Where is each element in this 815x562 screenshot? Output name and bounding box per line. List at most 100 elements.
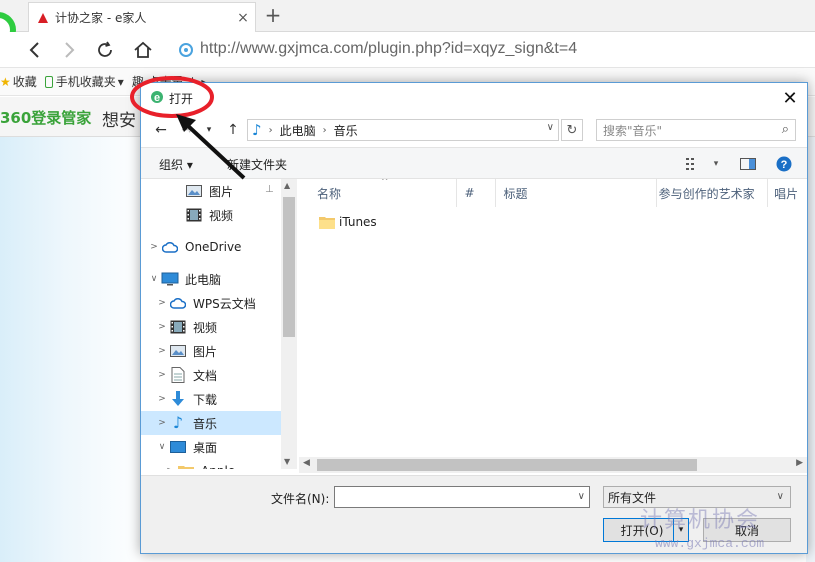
page-heading: 想安: [102, 111, 136, 131]
search-placeholder: 搜索"音乐": [603, 123, 663, 138]
column-label: #: [464, 186, 475, 200]
pictures-icon: [185, 183, 203, 199]
dialog-back-icon[interactable]: ←: [151, 121, 171, 139]
bookmark-mobile[interactable]: 手机收藏夹 ▾: [44, 73, 124, 90]
tab-close-icon[interactable]: ×: [231, 10, 255, 26]
filename-input[interactable]: ∨: [334, 486, 590, 508]
view-dropdown-icon[interactable]: ▾: [707, 156, 725, 172]
phone-icon: [44, 75, 53, 88]
tree-item[interactable]: > 图片: [141, 339, 281, 363]
dialog-refresh-icon[interactable]: ↻: [561, 119, 583, 141]
forward-icon[interactable]: [56, 38, 82, 62]
scroll-up-icon[interactable]: ▲: [284, 181, 290, 190]
dialog-forward-icon[interactable]: →: [177, 121, 197, 139]
folder-icon: [177, 463, 195, 469]
chevron-right-icon[interactable]: >: [155, 298, 169, 308]
view-options-icon[interactable]: [685, 156, 703, 172]
tree-item[interactable]: 视频: [141, 203, 281, 227]
tree-item[interactable]: > 视频: [141, 315, 281, 339]
file-name: iTunes: [339, 215, 377, 229]
tree-item[interactable]: > Apple: [141, 459, 281, 469]
column-label: 标题: [503, 186, 528, 201]
chevron-right-icon[interactable]: >: [155, 346, 169, 356]
refresh-icon[interactable]: [92, 38, 118, 62]
new-tab-button[interactable]: +: [262, 4, 284, 26]
open-file-dialog: e 打开 ✕ ← → ▾ ↑ ♪ › 此电脑 › 音乐 ∨ ↻ 搜索"音乐" ⌕…: [140, 82, 808, 554]
tree-item[interactable]: 图片: [141, 179, 281, 203]
new-folder-button[interactable]: 新建文件夹: [227, 156, 287, 173]
recent-locations-icon[interactable]: ▾: [199, 121, 219, 139]
svg-text:?: ?: [781, 159, 788, 171]
bookmark-favorites[interactable]: ★ 收藏: [0, 73, 37, 90]
ie-icon: e: [151, 91, 163, 104]
tree-item[interactable]: > WPS云文档: [141, 291, 281, 315]
chevron-right-icon[interactable]: >: [155, 418, 169, 428]
music-note-icon: ♪: [252, 121, 262, 139]
folder-icon: [319, 217, 335, 229]
browser-tab[interactable]: 计协之家 - e家人 ×: [28, 2, 256, 32]
tree-item[interactable]: > OneDrive: [141, 235, 281, 259]
watermark-title: 计算机协会: [640, 508, 761, 533]
breadcrumb-separator: ›: [322, 124, 327, 136]
tree-item-label: WPS云文档: [193, 296, 256, 311]
chevron-down-icon[interactable]: ∨: [547, 122, 554, 133]
chevron-right-icon[interactable]: >: [163, 466, 177, 469]
scroll-right-icon[interactable]: ▶: [796, 458, 803, 468]
tree-item-label: 图片: [193, 344, 218, 359]
chevron-right-icon[interactable]: >: [147, 242, 161, 252]
breadcrumb-item[interactable]: 此电脑: [280, 122, 316, 139]
pictures-icon: [169, 343, 187, 359]
tree-item[interactable]: > 下载: [141, 387, 281, 411]
dialog-search-input[interactable]: 搜索"音乐" ⌕: [596, 119, 796, 141]
column-header-album[interactable]: 唱片: [768, 179, 807, 207]
tree-item-label: OneDrive: [185, 240, 242, 254]
video-icon: [169, 319, 187, 335]
scroll-down-icon[interactable]: ▼: [284, 457, 290, 466]
tree-item-label: 音乐: [193, 416, 218, 431]
help-icon[interactable]: ?: [775, 156, 793, 172]
column-headers: 名称 ^ # 标题 参与创作的艺术家 唱片: [299, 179, 807, 207]
video-icon: [185, 207, 203, 223]
chevron-down-icon[interactable]: ∨: [155, 442, 169, 452]
browser-navbar: http://www.gxjmca.com/plugin.php?id=xqyz…: [0, 32, 815, 68]
address-bar[interactable]: http://www.gxjmca.com/plugin.php?id=xqyz…: [200, 40, 577, 58]
up-folder-icon[interactable]: ↑: [223, 121, 243, 139]
file-list-pane: 名称 ^ # 标题 参与创作的艺术家 唱片 iTunes: [299, 179, 807, 469]
preview-pane-icon[interactable]: [739, 156, 757, 172]
organize-button[interactable]: 组织 ▾: [159, 156, 193, 173]
scroll-left-icon[interactable]: ◀: [303, 458, 310, 468]
chevron-down-icon[interactable]: ∨: [578, 491, 585, 502]
document-icon: [169, 367, 187, 383]
column-header-name[interactable]: 名称 ^: [299, 179, 457, 207]
breadcrumb-item[interactable]: 音乐: [334, 122, 358, 139]
bookmark-label: 收藏: [12, 75, 37, 89]
back-icon[interactable]: [22, 38, 48, 62]
column-header-artist[interactable]: 参与创作的艺术家: [657, 179, 769, 207]
home-icon[interactable]: [130, 38, 156, 62]
chevron-down-icon[interactable]: ∨: [147, 274, 161, 284]
column-header-number[interactable]: #: [457, 179, 496, 207]
chevron-right-icon[interactable]: >: [155, 370, 169, 380]
tree-item[interactable]: > 文档: [141, 363, 281, 387]
site-favicon-icon: [38, 12, 48, 23]
dialog-close-button[interactable]: ✕: [773, 83, 807, 113]
tree-item-label: 视频: [209, 208, 234, 223]
column-header-title[interactable]: 标题: [496, 179, 657, 207]
search-icon[interactable]: ⌕: [782, 122, 789, 137]
tree-item-label: 此电脑: [185, 272, 222, 287]
scrollbar-thumb[interactable]: [317, 459, 697, 471]
column-label: 唱片: [774, 186, 799, 201]
chevron-right-icon[interactable]: >: [155, 394, 169, 404]
chevron-right-icon[interactable]: >: [155, 322, 169, 332]
tree-item[interactable]: ∨ 此电脑: [141, 267, 281, 291]
dialog-address-bar[interactable]: ♪ › 此电脑 › 音乐 ∨: [247, 119, 559, 141]
scrollbar-thumb[interactable]: [283, 197, 295, 337]
tree-item[interactable]: > ♪ 音乐: [141, 411, 281, 435]
dialog-title: 打开: [169, 92, 194, 106]
file-row[interactable]: iTunes: [319, 211, 377, 233]
horizontal-scrollbar[interactable]: ◀ ▶: [299, 457, 807, 473]
dialog-navbar: ← → ▾ ↑ ♪ › 此电脑 › 音乐 ∨ ↻ 搜索"音乐" ⌕: [141, 115, 807, 145]
chevron-down-icon: ∨: [776, 491, 784, 502]
tree-item[interactable]: ∨ 桌面: [141, 435, 281, 459]
navigation-scrollbar[interactable]: ▲ ▼: [281, 179, 297, 469]
